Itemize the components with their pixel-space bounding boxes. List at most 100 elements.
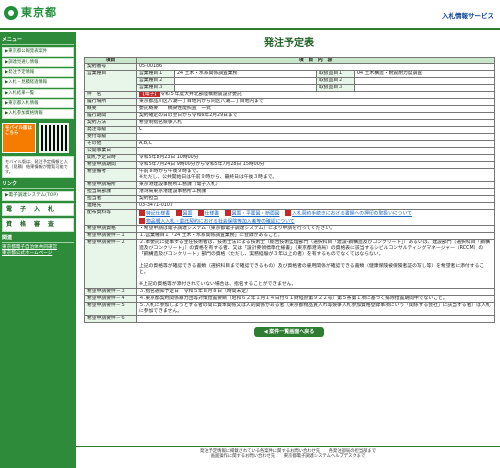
link-e-government[interactable]: 東京都電子自治体共同運営: [2, 245, 74, 251]
table-row: 連絡先 03-3471-0107: [84, 202, 496, 211]
row-value: 契約確定の日の翌日から令和6年2月29日まで: [135, 112, 496, 121]
row-label: 希望申請資格: [84, 225, 137, 234]
row-label: 希望申請場所: [84, 181, 137, 190]
file-link[interactable]: 仕様書: [197, 210, 219, 218]
table-row: 営業種目２ 取扱品目２: [85, 77, 496, 86]
row-value: 東京港建設事務所工務課（電子入札）: [135, 181, 496, 190]
row-label: 営業種目: [84, 70, 137, 93]
order-schedule-table: 項目 項 目 内 容 契約番号 05-00186 営業種目 営業種目１ 24 土…: [84, 56, 496, 323]
row-label: 希望申請要件－２: [84, 239, 137, 289]
table-row: 契約番号 05-00186: [84, 63, 496, 72]
electronic-badge: 【電子】: [139, 92, 161, 98]
row-value: 希望制指名競争入札: [135, 119, 496, 128]
table-row: 希望申請期間 令和5年7月24日 9時00分から令和5年7月28日 15時00分: [84, 161, 496, 170]
table-row: 履行期間 契約確定の日の翌日から令和6年2月29日まで: [84, 112, 496, 121]
page-title: 発注予定表: [264, 38, 314, 49]
sidebar-item-bid-progress[interactable]: ▶入札・見積経過情報: [2, 78, 74, 88]
header: 東京都 入札情報サービス: [0, 0, 500, 30]
handle-label: 取扱品目２: [316, 77, 355, 86]
row-value: 委託概要 橋梁性能照査 一式: [135, 105, 496, 114]
handle-value: 04 土木構造・耐震耐力度調査: [353, 70, 496, 79]
handle-value: [353, 84, 496, 93]
header-content: 項 目 内 容: [135, 56, 496, 65]
file-links: 特記仕様書 図面 仕様書 図面・平面図・断面図 入札契約手続きにおける書類への押…: [135, 209, 496, 227]
file-link[interactable]: 図面: [175, 210, 192, 218]
row-label: 履行期間: [84, 112, 137, 121]
sidebar-item-qualification[interactable]: ▶入札参加資格情報: [2, 109, 74, 119]
row-value: 令和5年8月23日 10時00分: [135, 154, 496, 163]
header-item: 項目: [84, 56, 137, 65]
row-value: 05-00186: [135, 63, 496, 72]
table-row: 営業種目 営業種目１ 24 土木・水系関係調査業務 取扱品目１ 04 土木構造・…: [84, 70, 496, 93]
table-row: 発注等級 C: [84, 126, 496, 135]
qualification-review-button[interactable]: 資 格 審 査: [2, 218, 74, 232]
table-row: 担当局部課 港湾局東京港建設事務所工務課: [84, 188, 496, 197]
row-value: ５.入札に参加しようとする者の間に資本関係又は人的関係がある者（東京都物品買入れ…: [135, 301, 496, 316]
table-row: 履行場所 東京都品川区八潮一丁目地内から同区八潮二丁目地内まで: [84, 98, 496, 107]
row-value: 東京都品川区八潮一丁目地内から同区八潮二丁目地内まで: [135, 98, 496, 107]
row-label: 開札予定日時: [84, 154, 137, 163]
row-label: 概要: [84, 105, 137, 114]
file-link[interactable]: 特記仕様書: [139, 210, 170, 218]
table-row: 開札予定日時 令和5年8月23日 10時00分: [84, 154, 496, 163]
mobile-button[interactable]: モバイル版はこちら: [2, 122, 36, 153]
row-value: ３.指名通知予定日 令和５年８月８日（時間未定）: [135, 287, 496, 296]
handle-label: 取扱品目１: [316, 70, 355, 79]
file-link[interactable]: 物品購入入札・委託契約における社会保険等加入者等の確認について: [139, 217, 295, 225]
qr-code-icon: [39, 122, 69, 153]
link-tokyo-official[interactable]: 東京都公式ホームページ: [2, 251, 74, 257]
row-label: 担当局部課: [84, 188, 137, 197]
file-link[interactable]: 入札契約手続きにおける書類への押印の取扱いについて: [285, 210, 412, 218]
pdf-icon: [175, 210, 182, 217]
row-label: 配布資料等: [84, 209, 137, 227]
type-value: [174, 84, 317, 93]
table-row: 希望申請要件－１ １.営業種目１「24 土木・水系関係調査業務」に登録があること。: [84, 232, 496, 241]
pdf-icon: [285, 210, 292, 217]
row-value: [135, 314, 496, 323]
back-to-list-button[interactable]: ◀ 案件一覧画面へ戻る: [253, 326, 325, 338]
sidebar-item-procurement-outlook[interactable]: ▶調達見通し情報: [2, 57, 74, 67]
row-label: 希望申請要件－３: [84, 287, 137, 296]
row-label: 契約方法: [84, 119, 137, 128]
row-label: 希望申請期間: [84, 161, 137, 170]
table-header-row: 項目 項 目 内 容: [84, 56, 496, 65]
table-row: 公開事業日: [84, 147, 496, 156]
subject-text: 令和５年度大井北部陸橋耐震設計委託: [160, 92, 242, 98]
file-link[interactable]: 図面・平面図・断面図: [224, 210, 280, 218]
sidebar-item-e-procurement-top[interactable]: ▶電子調達システム(TOP): [2, 190, 74, 201]
table-row: 希望申請要件－６: [84, 314, 496, 323]
row-value: 契約担当: [135, 195, 496, 204]
sidebar-item-tokyo-bid-info[interactable]: ▶東京都入札情報: [2, 99, 74, 109]
table-row: その他 A,B,C: [84, 140, 496, 149]
tokyo-logo[interactable]: 東京都: [4, 6, 57, 20]
table-row: 件 名【電子】令和５年度大井北部陸橋耐震設計委託: [84, 91, 496, 100]
type-label: 営業種目２: [136, 77, 175, 86]
sidebar-item-gazette[interactable]: ▶東京都公報発表案件: [2, 47, 74, 57]
main-content: 発注予定表 項目 項 目 内 容 契約番号 05-00186 営業種目 営業種目…: [84, 34, 496, 338]
row-value: [135, 147, 496, 156]
row-label: 希望申請要件－１: [84, 232, 137, 241]
row-value: ２.本委託に従事する主任技術者は、技術士法による技術士（総合技術監理部門（選択科…: [135, 239, 496, 289]
table-row: 配布資料等 特記仕様書 図面 仕様書 図面・平面図・断面図 入札契約手続きにおけ…: [84, 209, 496, 227]
table-row: 希望備考 午前８時から午後９時まで。 ※ただし、公共開始日は午前９時から、最終日は…: [84, 168, 496, 183]
menu-heading: メニュー: [2, 37, 74, 46]
sidebar-item-bid-results[interactable]: ▶入札結果一覧: [2, 88, 74, 99]
table-row: 営業種目３ 取扱品目３: [85, 84, 496, 93]
row-label: 連絡先: [84, 202, 137, 211]
links-heading: リンク: [2, 181, 74, 189]
table-row: 担当者 契約担当: [84, 195, 496, 204]
mobile-note: モバイル版は、発注予定情報と入札（見積）結果情報が閲覧可能です。: [2, 155, 74, 178]
pdf-icon: [224, 210, 231, 217]
row-value: １.営業種目１「24 土木・水系関係調査業務」に登録があること。: [135, 232, 496, 241]
row-label: 発注等級: [84, 126, 137, 135]
row-value: 【電子】令和５年度大井北部陸橋耐震設計委託: [135, 91, 496, 100]
pdf-icon: [197, 210, 204, 217]
e-bidding-button[interactable]: 電 子 入 札: [2, 202, 74, 216]
row-label: 希望申請要件－５: [84, 301, 137, 316]
handle-label: 取扱品目３: [316, 84, 355, 93]
table-row: 受付等級: [84, 133, 496, 142]
row-value: [135, 133, 496, 142]
row-value: ４.東京都契約関係暴力団等対策措置要綱（昭和６２年１月１４日付６１財経庶第９２２…: [135, 294, 496, 303]
sidebar-item-order-schedule[interactable]: ▶発注予定情報: [2, 67, 74, 78]
row-label: その他: [84, 140, 137, 149]
